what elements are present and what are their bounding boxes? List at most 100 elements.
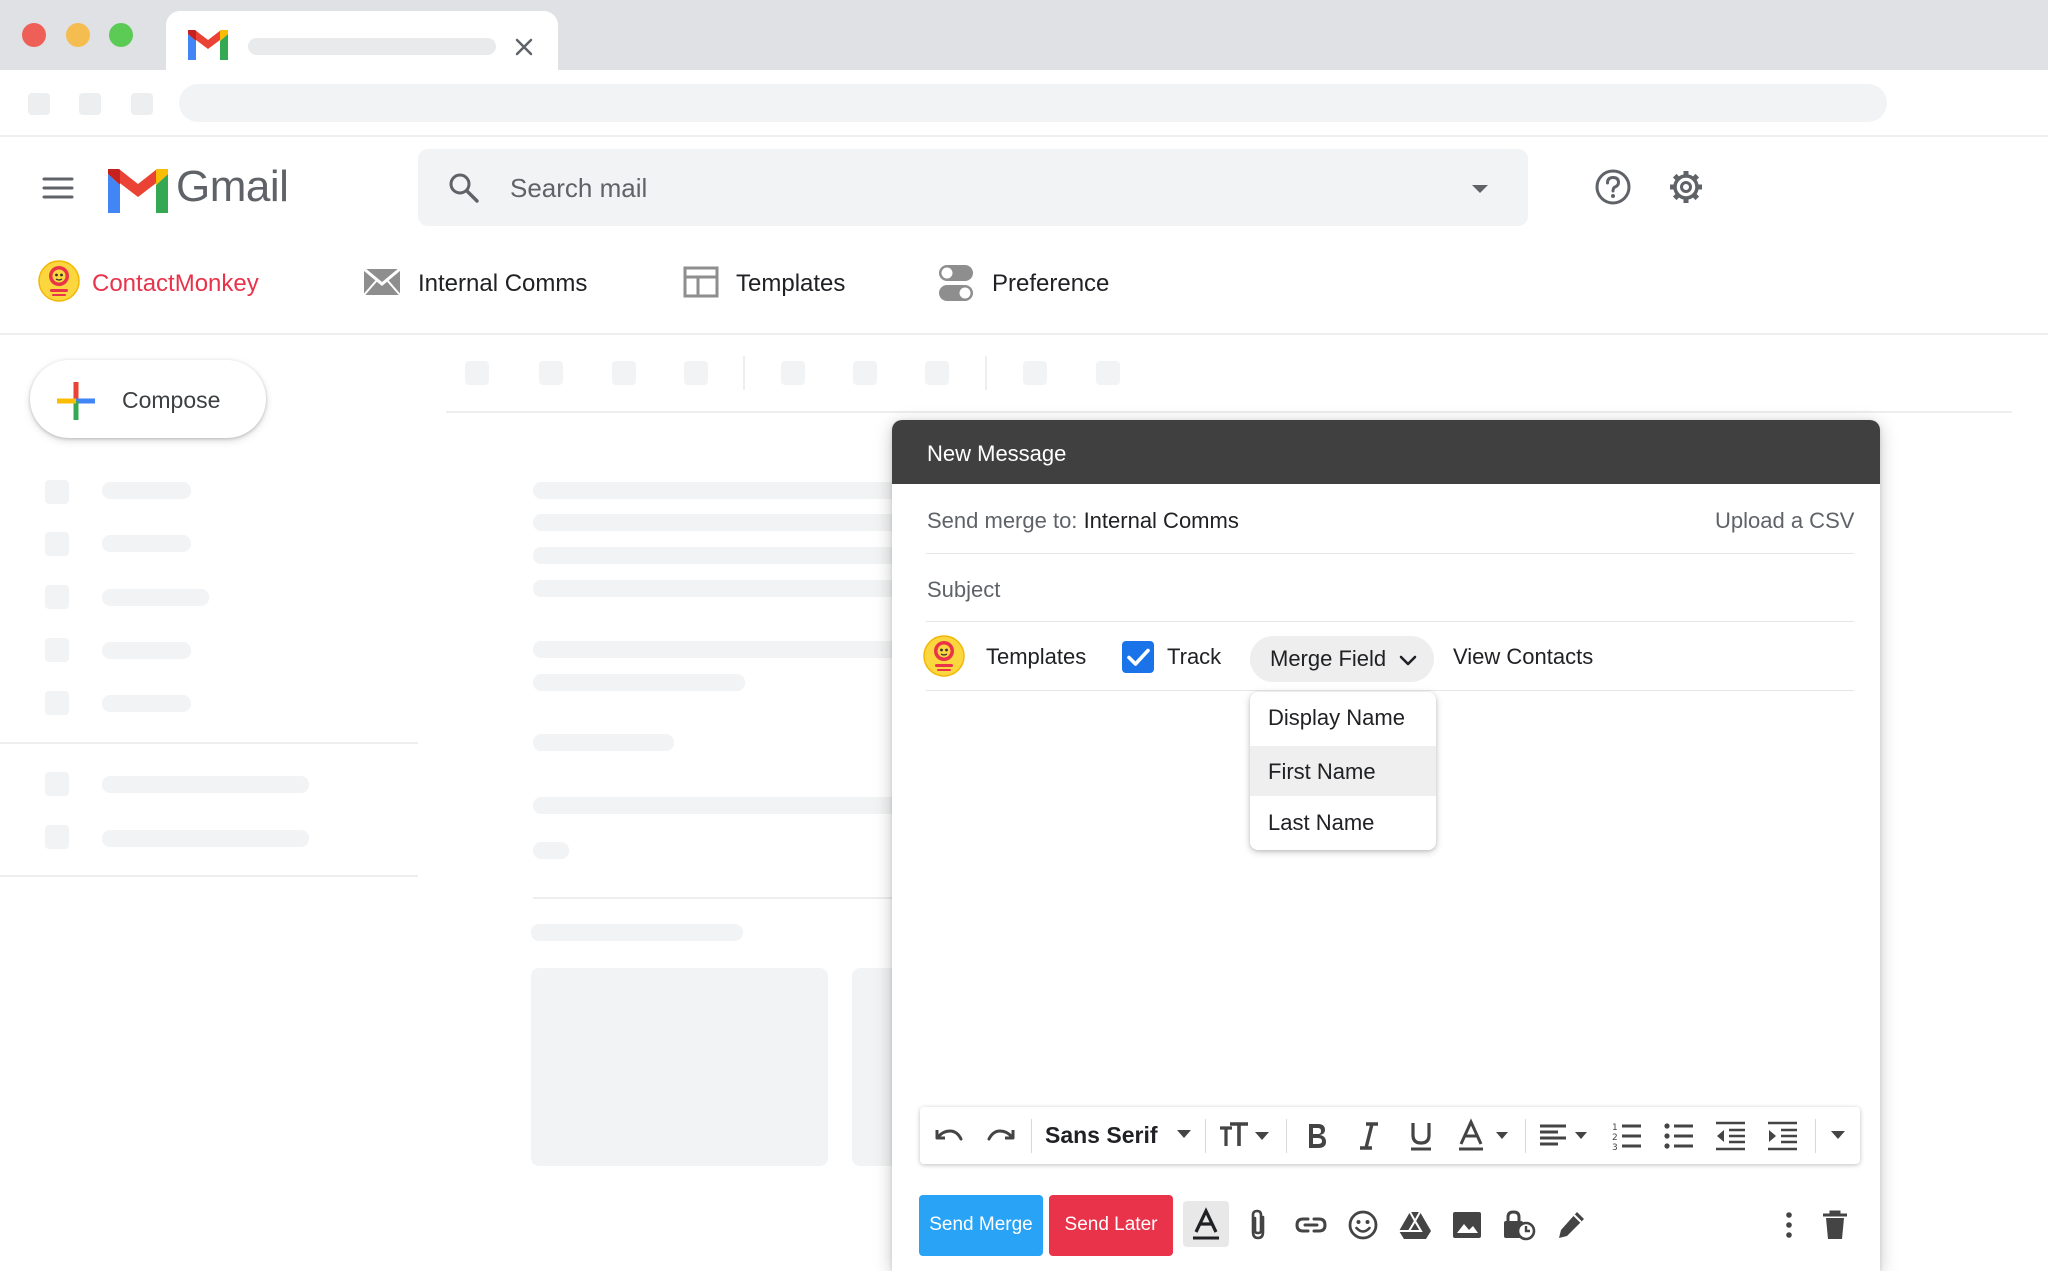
gmail-favicon-icon xyxy=(185,28,231,62)
toggle-icon[interactable] xyxy=(938,264,974,302)
toolbar-separator xyxy=(1525,1119,1526,1153)
signature-pen-icon[interactable] xyxy=(1553,1207,1589,1243)
send-merge-target[interactable]: Internal Comms xyxy=(1084,508,1239,533)
numbered-list-icon[interactable]: 123 xyxy=(1609,1118,1645,1154)
merge-option-first-name[interactable]: First Name xyxy=(1250,746,1436,796)
label-placeholder xyxy=(102,776,309,793)
tab-close-icon[interactable] xyxy=(512,35,536,59)
window-maximize-light[interactable] xyxy=(109,23,133,47)
message-placeholder xyxy=(533,797,913,814)
gmail-logo-icon[interactable] xyxy=(105,166,171,216)
contactmonkey-logo-icon[interactable] xyxy=(38,257,80,305)
message-placeholder xyxy=(533,547,913,564)
indent-less-icon[interactable] xyxy=(1713,1118,1749,1154)
confidential-mode-icon[interactable] xyxy=(1501,1207,1537,1243)
nav-placeholder-icon xyxy=(45,638,69,662)
toolbar-separator xyxy=(1286,1119,1287,1153)
subject-field[interactable]: Subject xyxy=(927,577,1000,603)
search-icon[interactable] xyxy=(446,170,482,206)
text-color-icon[interactable] xyxy=(1456,1118,1512,1154)
merge-field-label: Merge Field xyxy=(1270,646,1387,671)
sidebar-divider xyxy=(0,742,418,744)
chevron-down-icon xyxy=(1398,654,1418,668)
templates-tab[interactable]: Templates xyxy=(736,270,845,298)
send-later-button[interactable]: Send Later xyxy=(1049,1195,1173,1256)
send-merge-prefix: Send merge to: xyxy=(927,508,1078,533)
toolbar-separator xyxy=(1205,1119,1206,1153)
discard-draft-icon[interactable] xyxy=(1817,1207,1853,1243)
toolbar-placeholder-icon xyxy=(1096,361,1120,385)
reload-icon[interactable] xyxy=(131,93,153,115)
underline-icon[interactable] xyxy=(1404,1118,1438,1154)
contactmonkey-brand[interactable]: ContactMonkey xyxy=(92,270,259,298)
layout-icon[interactable] xyxy=(683,266,719,298)
subject-divider xyxy=(926,621,1854,622)
merge-option-last-name[interactable]: Last Name xyxy=(1250,797,1436,847)
help-icon[interactable] xyxy=(1594,168,1632,206)
svg-text:1: 1 xyxy=(1612,1123,1618,1133)
forward-icon[interactable] xyxy=(79,93,101,115)
indent-more-icon[interactable] xyxy=(1765,1118,1801,1154)
font-size-icon[interactable] xyxy=(1218,1118,1270,1154)
message-placeholder xyxy=(533,674,745,691)
upload-csv-link[interactable]: Upload a CSV xyxy=(1715,508,1854,534)
font-family-select[interactable]: Sans Serif xyxy=(1045,1122,1158,1149)
envelope-icon[interactable] xyxy=(363,268,401,296)
more-options-icon[interactable] xyxy=(1771,1207,1807,1243)
send-merge-row[interactable]: Send merge to: Internal Comms xyxy=(927,508,1239,534)
align-icon[interactable] xyxy=(1537,1118,1593,1154)
track-checkbox[interactable] xyxy=(1122,641,1154,673)
templates-button[interactable]: Templates xyxy=(986,644,1086,670)
contactmonkey-small-logo-icon[interactable] xyxy=(923,632,965,680)
formatting-options-icon xyxy=(1188,1207,1224,1243)
label-placeholder xyxy=(102,830,309,847)
undo-icon[interactable] xyxy=(931,1118,967,1154)
label-placeholder-icon xyxy=(45,825,69,849)
insert-photo-icon[interactable] xyxy=(1449,1207,1485,1243)
internal-comms-tab[interactable]: Internal Comms xyxy=(418,270,587,298)
bold-icon[interactable] xyxy=(1300,1118,1334,1154)
nav-placeholder xyxy=(102,642,191,659)
preference-tab[interactable]: Preference xyxy=(992,270,1109,298)
message-placeholder xyxy=(533,641,913,658)
url-field[interactable] xyxy=(179,84,1887,122)
back-icon[interactable] xyxy=(28,93,50,115)
nav-placeholder-icon xyxy=(45,532,69,556)
bulleted-list-icon[interactable] xyxy=(1661,1118,1697,1154)
window-close-light[interactable] xyxy=(22,23,46,47)
nav-placeholder xyxy=(102,535,191,552)
toolbar-placeholder-icon xyxy=(612,361,636,385)
main-menu-icon[interactable] xyxy=(42,176,74,200)
nav-placeholder-icon xyxy=(45,585,69,609)
link-icon[interactable] xyxy=(1293,1207,1329,1243)
toolbar-placeholder-icon xyxy=(465,361,489,385)
toolbar-separator xyxy=(985,356,987,390)
message-placeholder xyxy=(533,842,569,859)
font-dropdown-icon[interactable] xyxy=(1176,1126,1192,1142)
header-divider xyxy=(0,333,2048,335)
message-placeholder xyxy=(531,924,743,941)
drive-icon[interactable] xyxy=(1397,1207,1433,1243)
redo-icon[interactable] xyxy=(983,1118,1019,1154)
svg-text:2: 2 xyxy=(1612,1133,1618,1143)
merge-option-display-name[interactable]: Display Name xyxy=(1250,692,1436,742)
nav-placeholder xyxy=(102,695,191,712)
search-options-icon[interactable] xyxy=(1470,183,1490,195)
message-placeholder xyxy=(533,734,674,751)
message-placeholder xyxy=(533,580,913,597)
italic-icon[interactable] xyxy=(1352,1118,1386,1154)
attach-icon[interactable] xyxy=(1241,1207,1277,1243)
compose-label: Compose xyxy=(122,387,221,413)
track-label[interactable]: Track xyxy=(1167,644,1221,670)
search-input[interactable]: Search mail xyxy=(510,173,647,204)
emoji-icon[interactable] xyxy=(1345,1207,1381,1243)
window-minimize-light[interactable] xyxy=(66,23,90,47)
more-formatting-icon[interactable] xyxy=(1829,1128,1847,1142)
gear-icon[interactable] xyxy=(1667,168,1705,206)
toolbar-placeholder-icon xyxy=(1023,361,1047,385)
attachment-placeholder xyxy=(531,968,828,1166)
view-contacts-button[interactable]: View Contacts xyxy=(1453,644,1593,670)
message-divider xyxy=(533,897,913,899)
nav-placeholder-icon xyxy=(45,480,69,504)
send-merge-button[interactable]: Send Merge xyxy=(919,1195,1043,1256)
